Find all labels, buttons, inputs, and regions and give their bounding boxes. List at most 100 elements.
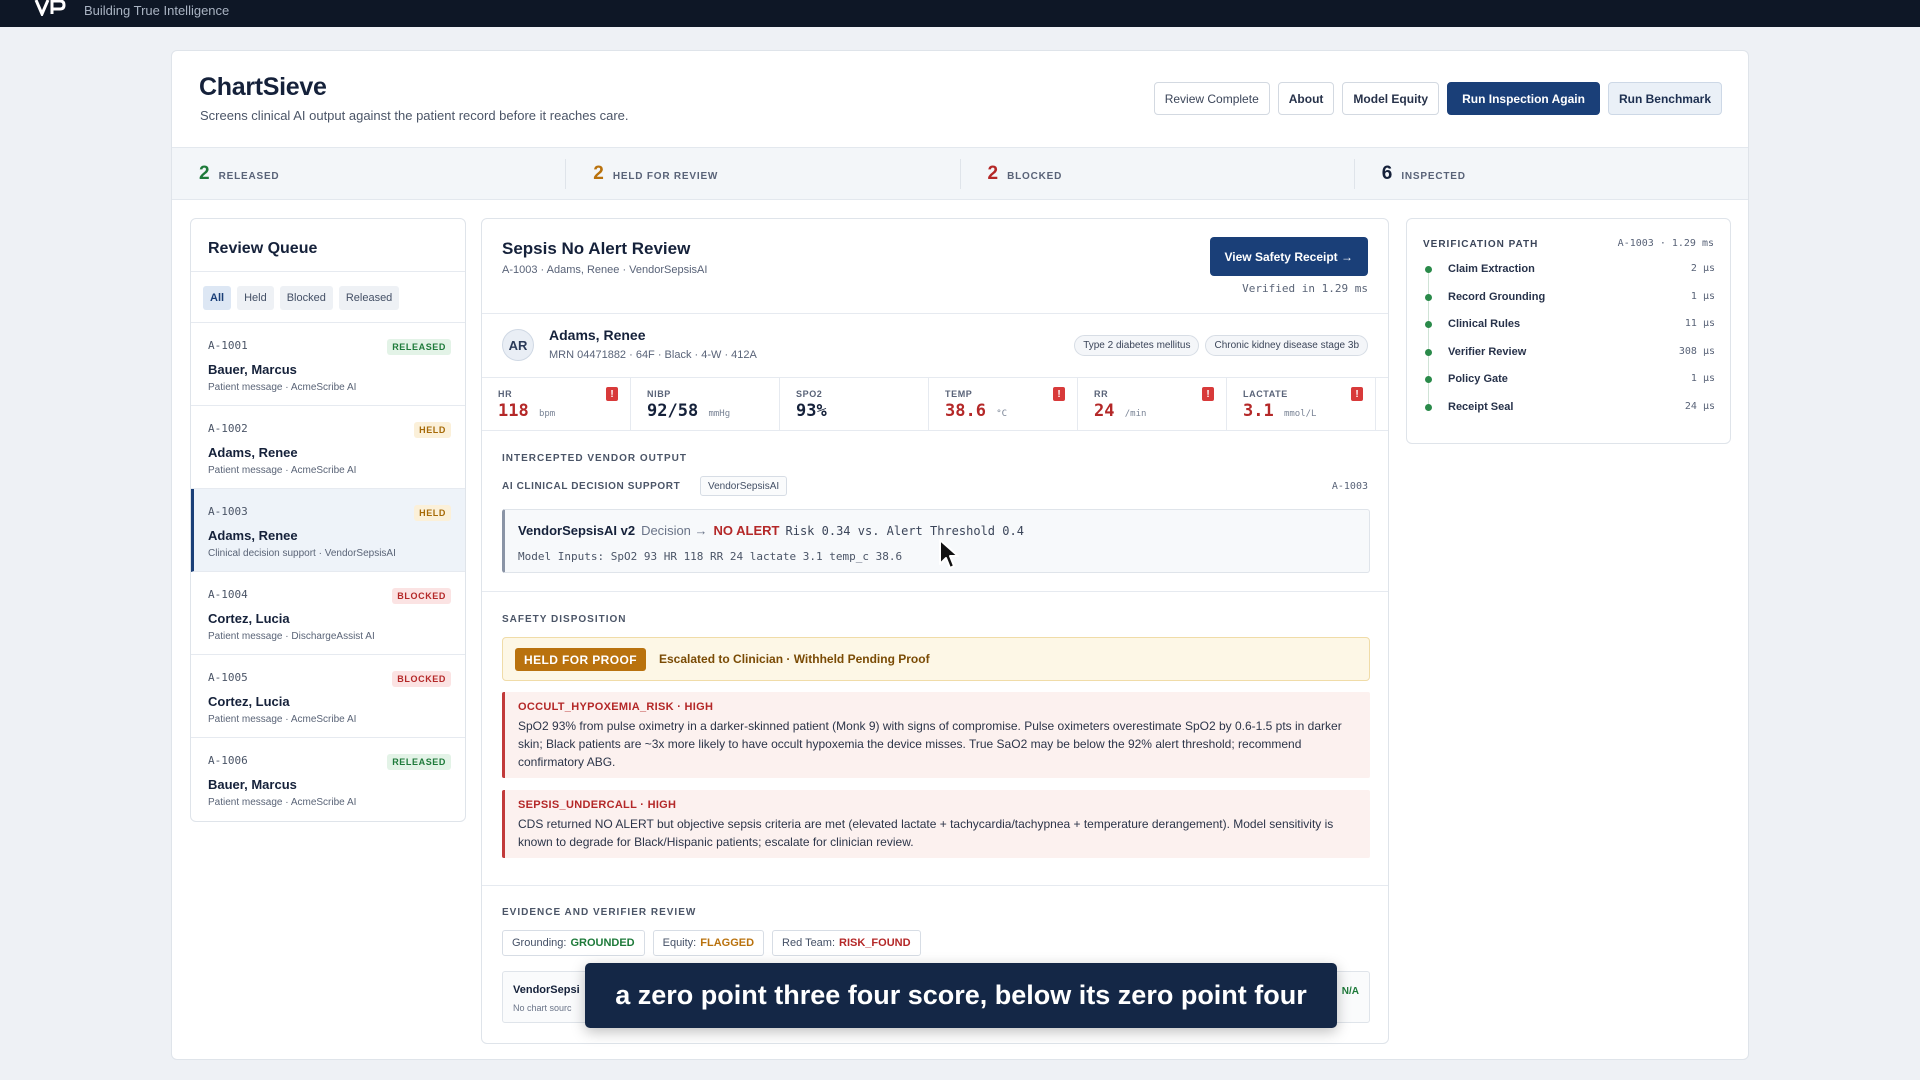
model-equity-button[interactable]: Model Equity — [1342, 82, 1440, 115]
filter-all[interactable]: All — [203, 286, 232, 310]
disposition-banner: HELD FOR PROOF Escalated to Clinician · … — [502, 637, 1370, 681]
queue-item-source: Patient message · AcmeScribe AI — [208, 714, 357, 725]
decision-value: NO ALERT — [713, 523, 780, 538]
filter-held[interactable]: Held — [237, 286, 274, 310]
queue-item-name: Cortez, Lucia — [208, 694, 290, 709]
model-inputs: Model Inputs: SpO2 93 HR 118 RR 24 lacta… — [518, 550, 903, 563]
run-benchmark-button[interactable]: Run Benchmark — [1607, 82, 1722, 115]
step-name: Policy Gate — [1448, 373, 1508, 386]
red-team-chip: Red Team: RISK_FOUND — [772, 930, 921, 956]
alert-flag-icon: ! — [1053, 387, 1065, 401]
app-subtitle: Screens clinical AI output against the p… — [200, 108, 629, 123]
stat-released: 2 RELEASED — [172, 159, 567, 189]
step-name: Claim Extraction — [1448, 263, 1535, 275]
vital-unit: /min — [1124, 409, 1147, 419]
step-dot-icon — [1425, 403, 1432, 411]
queue-item-source: Patient message · AcmeScribe AI — [208, 465, 357, 476]
step-name: Verifier Review — [1448, 345, 1527, 358]
finding-card: OCCULT_HYPOXEMIA_RISK · HIGH SpO2 93% fr… — [502, 692, 1370, 778]
about-button[interactable]: About — [1277, 82, 1335, 115]
vitals-strip: HR 118 bpm ! NIBP 92/58 mmHg SPO2 93% TE… — [482, 377, 1388, 431]
vital-value-wrap: 93% — [796, 401, 928, 421]
divider — [482, 885, 1388, 886]
review-complete-button[interactable]: Review Complete — [1153, 82, 1270, 115]
divider — [482, 591, 1388, 592]
patient-name: Adams, Renee — [549, 327, 646, 343]
view-safety-receipt-button[interactable]: View Safety Receipt → — [1209, 237, 1368, 276]
vendor-output-box: VendorSepsisAI v2 Decision → NO ALERT Risk … — [502, 509, 1370, 573]
vital-hr: HR 118 bpm ! — [482, 378, 631, 430]
stat-value: 2 — [987, 163, 999, 184]
vital-temp: TEMP 38.6 °C ! — [929, 378, 1078, 430]
condition-chip: Chronic kidney disease stage 3b — [1205, 335, 1368, 356]
status-badge: BLOCKED — [392, 671, 451, 687]
queue-item[interactable]: A-1002 HELD Adams, Renee Patient message… — [191, 406, 465, 489]
queue-item-source: Patient message · AcmeScribe AI — [208, 797, 357, 808]
vital-unit: mmHg — [708, 409, 731, 419]
verification-step: Receipt Seal 24 µs — [1425, 401, 1715, 429]
filter-released[interactable]: Released — [338, 286, 400, 310]
grounding-chip: Grounding: GROUNDED — [502, 930, 645, 956]
queue-item-source: Clinical decision support · VendorSepsis… — [208, 548, 396, 559]
avatar: AR — [502, 329, 534, 361]
company-tagline: Building True Intelligence — [84, 3, 230, 18]
company-logo — [34, 0, 66, 16]
queue-item-selected[interactable]: A-1003 HELD Adams, Renee Clinical decisi… — [191, 489, 465, 572]
chip-label: Grounding: — [512, 937, 567, 949]
verification-steps: Claim Extraction 2 µs Record Grounding 1 µ… — [1425, 263, 1715, 429]
disposition-text: Escalated to Clinician · Withheld Pendin… — [659, 652, 930, 666]
vital-value: 118 — [498, 401, 529, 421]
step-dot-icon — [1425, 266, 1432, 273]
verified-time: Verified in 1.29 ms — [1242, 282, 1368, 295]
status-badge: BLOCKED — [392, 588, 451, 604]
chip-value: RISK_FOUND — [839, 937, 911, 949]
vital-value-wrap: 92/58 mmHg — [647, 401, 779, 421]
review-queue: Review Queue All Held Blocked Released A… — [190, 218, 466, 822]
divider — [191, 271, 465, 272]
stat-label: BLOCKED — [1007, 170, 1063, 182]
queue-item[interactable]: A-1006 RELEASED Bauer, Marcus Patient me… — [191, 738, 465, 821]
video-caption: a zero point three four score, below its… — [585, 963, 1337, 1028]
step-dot-icon — [1425, 376, 1432, 384]
verification-step: Claim Extraction 2 µs — [1425, 263, 1715, 291]
vital-value: 93% — [796, 401, 827, 421]
detail-title: Sepsis No Alert Review — [502, 239, 691, 258]
section-label-evidence: EVIDENCE AND VERIFIER REVIEW — [502, 907, 697, 918]
detail-panel: Sepsis No Alert Review A-1003 · Adams, R… — [481, 218, 1389, 1044]
app-card: ChartSieve Screens clinical AI output ag… — [171, 50, 1749, 1060]
risk-score: Risk 0.34 vs. Alert Threshold 0.4 — [785, 524, 1024, 538]
chip-value: GROUNDED — [570, 937, 635, 949]
verification-title: VERIFICATION PATH — [1423, 239, 1539, 250]
filter-blocked[interactable]: Blocked — [279, 286, 333, 310]
queue-item[interactable]: A-1001 RELEASED Bauer, Marcus Patient me… — [191, 323, 465, 406]
stat-label: HELD FOR REVIEW — [612, 170, 719, 182]
vital-unit: mmol/L — [1283, 409, 1317, 419]
condition-chip: Type 2 diabetes mellitus — [1074, 335, 1200, 356]
step-name: Receipt Seal — [1448, 400, 1514, 413]
equity-chip: Equity: FLAGGED — [652, 930, 765, 956]
detail-subtitle: A-1003 · Adams, Renee · VendorSepsisAI — [502, 264, 708, 276]
condition-chips: Type 2 diabetes mellitus Chronic kidney … — [1074, 335, 1368, 356]
vital-nibp: NIBP 92/58 mmHg — [631, 378, 780, 430]
vital-value: 24 — [1094, 401, 1115, 421]
vital-spo2: SPO2 93% — [780, 378, 929, 430]
run-inspection-button[interactable]: Run Inspection Again — [1447, 82, 1600, 115]
disposition-pill: HELD FOR PROOF — [515, 648, 646, 671]
queue-item[interactable]: A-1004 BLOCKED Cortez, Lucia Patient mes… — [191, 572, 465, 655]
verification-step: Clinical Rules 11 µs — [1425, 318, 1715, 346]
vital-value: 92/58 — [647, 401, 699, 421]
stat-inspected: 6 INSPECTED — [1355, 159, 1748, 189]
step-time: 24 µs — [1684, 400, 1715, 412]
section-label-disposition: SAFETY DISPOSITION — [502, 614, 627, 625]
section-label-output: INTERCEPTED VENDOR OUTPUT — [502, 453, 688, 464]
step-time: 11 µs — [1684, 318, 1715, 330]
queue-item[interactable]: A-1005 BLOCKED Cortez, Lucia Patient mes… — [191, 655, 465, 738]
stat-held: 2 HELD FOR REVIEW — [566, 159, 961, 189]
step-time: 2 µs — [1690, 263, 1715, 274]
stats-bar: 2 RELEASED 2 HELD FOR REVIEW 2 BLOCKED 6… — [172, 147, 1748, 200]
step-dot-icon — [1425, 348, 1432, 356]
step-time: 1 µs — [1690, 290, 1715, 302]
chip-value: FLAGGED — [700, 937, 755, 949]
queue-item-source: Patient message · DischargeAssist AI — [208, 631, 375, 642]
step-dot-icon — [1425, 321, 1432, 329]
